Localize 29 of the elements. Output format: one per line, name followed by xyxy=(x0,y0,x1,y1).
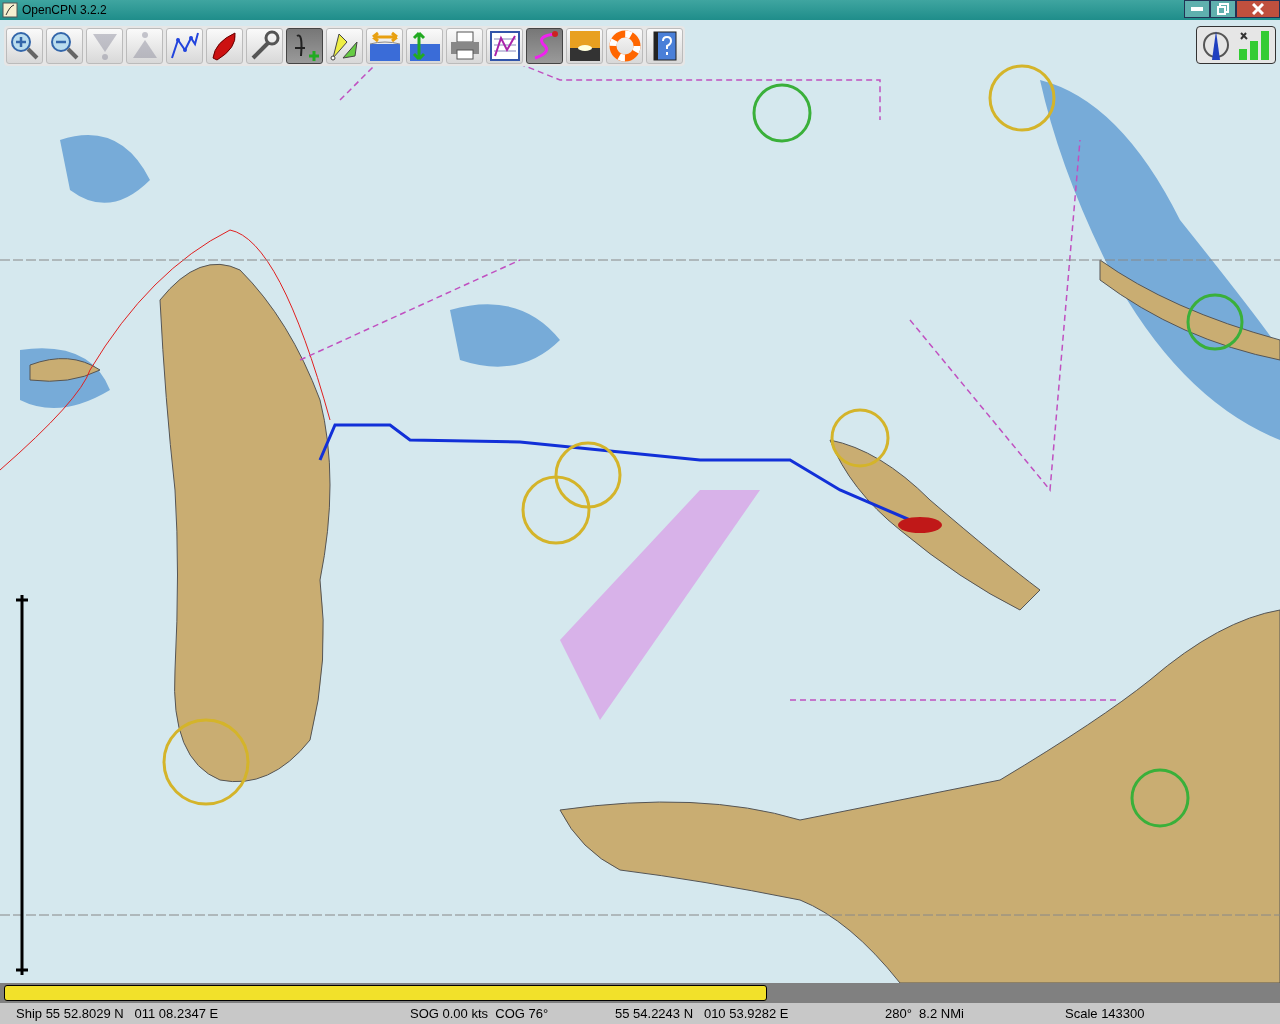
help-book-button[interactable] xyxy=(646,28,683,64)
printer-button[interactable] xyxy=(446,28,483,64)
text-add-button[interactable] xyxy=(286,28,323,64)
signal-strength-icon[interactable] xyxy=(1237,29,1272,61)
zoom-in-button[interactable] xyxy=(6,28,43,64)
close-button[interactable] xyxy=(1236,0,1280,18)
close-icon xyxy=(1252,3,1264,15)
route-button[interactable] xyxy=(166,28,203,64)
vertical-arrow-button[interactable] xyxy=(406,28,443,64)
maximize-button[interactable] xyxy=(1210,0,1236,18)
boat-button[interactable] xyxy=(206,28,243,64)
status-text: 280° 8.2 NMi xyxy=(885,1005,964,1021)
ship-icon xyxy=(898,517,942,533)
status-text: Ship 55 52.8029 N 011 08.2347 E xyxy=(16,1005,219,1021)
zoom-out-button[interactable] xyxy=(46,28,83,64)
compass-icon[interactable] xyxy=(1200,29,1231,61)
window-title: OpenCPN 3.2.2 xyxy=(22,2,107,19)
wrench-button[interactable] xyxy=(246,28,283,64)
status-text: 55 54.2243 N 010 53.9282 E xyxy=(615,1005,789,1021)
status-text: SOG 0.00 kts COG 76° xyxy=(410,1005,549,1021)
route-list-button[interactable] xyxy=(486,28,523,64)
app-icon xyxy=(2,2,18,18)
triangles-button[interactable] xyxy=(326,28,363,64)
minimize-button[interactable] xyxy=(1184,0,1210,18)
horizontal-arrow-button[interactable] xyxy=(366,28,403,64)
minimize-icon xyxy=(1191,7,1203,11)
sunset-button[interactable] xyxy=(566,28,603,64)
restore-icon xyxy=(1217,3,1229,15)
status-text: Scale 143300 xyxy=(1065,1005,1145,1021)
